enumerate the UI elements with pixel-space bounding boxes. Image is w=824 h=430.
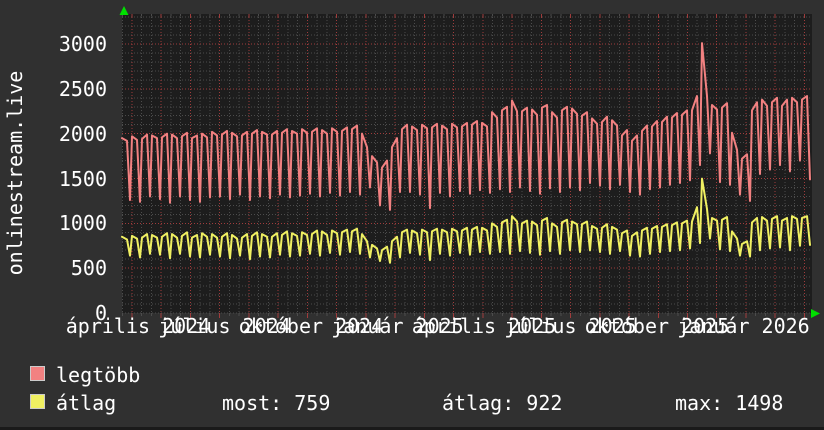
- legend-swatch-atlag: [30, 394, 45, 409]
- stat-atlag: átlag: 922: [442, 391, 562, 415]
- x-axis-label: január 2026: [594, 315, 824, 337]
- y-axis-label: 2500: [7, 78, 107, 100]
- y-axis-label: 500: [7, 257, 107, 279]
- stat-max: max: 1498: [675, 391, 783, 415]
- legend-label-legtobb: legtöbb: [56, 363, 140, 387]
- legend-label-atlag: átlag: [56, 391, 116, 415]
- y-axis-label: 1500: [7, 168, 107, 190]
- y-axis-label: 1000: [7, 212, 107, 234]
- y-axis-label: 2000: [7, 123, 107, 145]
- stat-most: most: 759: [222, 391, 330, 415]
- rrdtool-graph: onlinestream.live 0500100015002000250030…: [0, 0, 824, 430]
- legend-swatch-legtobb: [30, 366, 45, 381]
- y-axis-label: 3000: [7, 33, 107, 55]
